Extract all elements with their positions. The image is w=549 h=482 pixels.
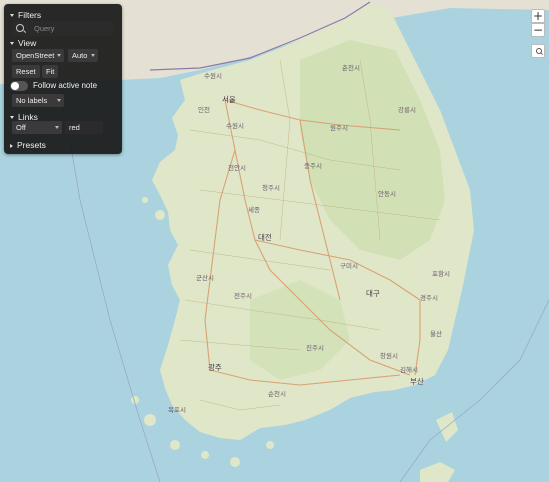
chevron-right-icon [10, 143, 13, 148]
follow-note-toggle[interactable] [10, 81, 28, 91]
query-input[interactable] [34, 22, 110, 34]
city-changwon: 창원시 [380, 351, 398, 360]
magnifier-icon [536, 48, 542, 54]
island-a [144, 414, 156, 426]
layer-select-value: OpenStreet [16, 51, 55, 60]
chevron-down-icon [10, 42, 14, 46]
link-color-value: red [69, 123, 80, 132]
view-label: View [18, 38, 37, 48]
query-field[interactable] [12, 21, 114, 36]
city-daejeon: 대전 [258, 232, 272, 242]
city-gumi: 구미시 [340, 261, 358, 270]
filters-label: Filters [18, 10, 42, 20]
fit-label: Fit [46, 67, 55, 76]
links-select[interactable]: Off [12, 121, 62, 134]
island-b [170, 440, 180, 450]
city-gangneung: 강릉시 [398, 105, 416, 114]
city-sejong: 세종 [248, 205, 260, 214]
links-select-value: Off [16, 123, 26, 132]
city-chungju: 충주시 [304, 161, 322, 170]
island-d [230, 457, 240, 467]
island-c [201, 451, 209, 459]
city-paju: 수원시 [204, 71, 222, 80]
search-icon [16, 24, 24, 32]
toggle-knob [11, 82, 19, 90]
filters-section-title[interactable]: Filters [10, 10, 41, 20]
city-gimhae: 김해시 [400, 365, 418, 374]
city-incheon: 인천 [198, 105, 210, 114]
city-suwon: 수원시 [226, 121, 244, 130]
reset-label: Reset [16, 67, 36, 76]
zoom-out-button[interactable]: − [531, 23, 545, 37]
control-panel: Filters View OpenStreet Auto Reset Fit F… [4, 4, 122, 154]
follow-note-label: Follow active note [33, 81, 98, 90]
city-cheonan: 천안시 [228, 163, 246, 172]
minus-icon: − [532, 23, 544, 37]
city-gwangju: 광주 [208, 362, 222, 372]
presets-label: Presets [17, 140, 46, 150]
chevron-down-icon [10, 14, 14, 18]
city-ulsan: 울산 [430, 329, 442, 338]
fit-button[interactable]: Fit [42, 65, 59, 78]
island-h [142, 197, 148, 203]
city-busan: 부산 [410, 376, 424, 386]
city-seoul: 서울 [222, 95, 236, 104]
reset-button[interactable]: Reset [12, 65, 40, 78]
city-wonju: 원주시 [330, 123, 348, 132]
city-cheongju: 청주시 [262, 184, 280, 192]
city-daegu: 대구 [366, 289, 380, 298]
layer-select[interactable]: OpenStreet [12, 49, 64, 62]
presets-section-title[interactable]: Presets [10, 140, 46, 150]
link-color-field[interactable]: red [65, 121, 103, 134]
search-location-button[interactable] [531, 44, 545, 58]
city-jinju: 진주시 [306, 343, 324, 352]
chevron-down-icon [10, 116, 14, 120]
plus-icon: + [532, 9, 544, 23]
city-chuncheon: 춘천시 [342, 63, 360, 72]
mode-select-value: Auto [72, 51, 88, 60]
labels-select-value: No labels [16, 96, 48, 105]
mode-select[interactable]: Auto [68, 49, 98, 62]
city-andong: 안동시 [378, 189, 396, 198]
island-g [155, 210, 165, 220]
labels-select[interactable]: No labels [12, 94, 64, 107]
city-gunsan: 군산시 [196, 273, 214, 282]
zoom-in-button[interactable]: + [531, 9, 545, 23]
city-suncheon: 순천시 [268, 389, 286, 398]
island-e [266, 441, 274, 449]
city-jeonju: 전주시 [234, 291, 252, 300]
city-mokpo: 목포시 [168, 406, 186, 414]
city-pohang: 포항시 [432, 269, 450, 278]
view-section-title[interactable]: View [10, 38, 36, 48]
city-gyeongju: 경주시 [420, 293, 438, 302]
